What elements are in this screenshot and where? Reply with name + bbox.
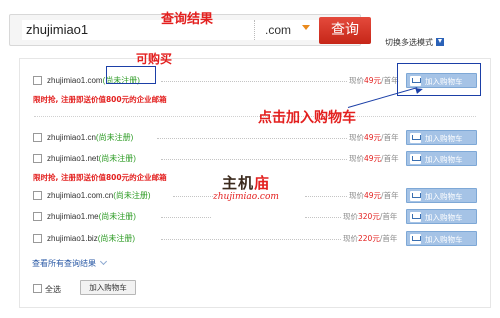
highlight-box-cart [397, 63, 481, 96]
domain-name: zhujimiao1.net [47, 154, 99, 163]
annotation-add-to-cart: 点击加入购物车 [258, 110, 356, 126]
cart-label: 加入购物车 [425, 192, 463, 201]
cart-icon [410, 191, 421, 201]
result-price: 现价220元/首年 [343, 233, 397, 244]
result-price: 现价49元/首年 [349, 132, 399, 143]
watermark-main: 主机庙 [213, 172, 279, 193]
dotted-leader [161, 217, 211, 218]
result-price: 现价49元/首年 [349, 153, 399, 164]
dotted-leader [173, 196, 213, 197]
status-badge: (尚未注册) [97, 234, 136, 243]
chevron-down-icon [99, 257, 108, 266]
status-badge: (尚未注册) [98, 212, 136, 221]
add-to-cart-button[interactable]: 加入购物车 [406, 151, 477, 166]
price-suffix: /首年 [381, 191, 399, 200]
result-row: zhujimiao1.net(尚未注册) 现价49元/首年 加入购物车 [33, 151, 479, 166]
result-checkbox[interactable] [33, 76, 42, 85]
promo-text: 限时抢, 注册即送价值800元的企业邮箱 [33, 95, 167, 104]
price-prefix: 现价 [349, 191, 364, 200]
cart-label: 加入购物车 [425, 235, 463, 244]
dotted-leader [157, 138, 347, 139]
price-suffix: /首年 [379, 212, 398, 221]
result-price: 现价320元/首年 [343, 211, 397, 222]
cart-label: 加入购物车 [425, 155, 463, 164]
result-domain: zhujimiao1.net(尚未注册) [47, 153, 136, 164]
add-to-cart-button[interactable]: 加入购物车 [406, 209, 477, 224]
dotted-leader [161, 239, 341, 240]
price-prefix: 现价 [343, 212, 358, 221]
price-suffix: /首年 [381, 76, 399, 85]
status-badge: (尚未注册) [98, 154, 136, 163]
dotted-leader [161, 81, 347, 82]
select-all-checkbox[interactable] [33, 284, 42, 293]
result-checkbox[interactable] [33, 133, 42, 142]
result-domain: zhujimiao1.biz(尚未注册) [47, 233, 135, 244]
search-button[interactable]: 查询 [319, 17, 371, 44]
price-value: 220元 [358, 234, 380, 243]
result-domain: zhujimiao1.cn(尚未注册) [47, 132, 133, 143]
watermark-text: 主机 [221, 174, 254, 192]
search-input[interactable]: zhujimiao1 [22, 20, 258, 40]
result-domain: zhujimiao1.me(尚未注册) [47, 211, 136, 222]
promo-text: 限时抢, 注册即送价值800元的企业邮箱 [33, 173, 167, 182]
select-all-label: 全选 [45, 285, 61, 294]
domain-name: zhujimiao1.com.cn [47, 191, 114, 200]
dotted-leader [305, 217, 341, 218]
cart-icon [410, 212, 421, 222]
annotation-query-result: 查询结果 [161, 12, 214, 27]
add-to-cart-button[interactable]: 加入购物车 [406, 188, 477, 203]
price-value: 49元 [364, 154, 382, 163]
status-badge: (尚未注册) [95, 133, 134, 142]
price-value: 49元 [364, 76, 382, 85]
price-value: 49元 [364, 191, 382, 200]
price-prefix: 现价 [349, 154, 364, 163]
result-checkbox[interactable] [33, 212, 42, 221]
price-suffix: /首年 [379, 234, 398, 243]
view-all-label: 查看所有查询结果 [32, 259, 96, 268]
chevron-down-icon[interactable] [302, 25, 310, 30]
switch-multi-select-link[interactable]: 切换多选模式 [385, 37, 444, 48]
domain-name: zhujimiao1.me [47, 212, 99, 221]
result-checkbox[interactable] [33, 234, 42, 243]
price-prefix: 现价 [349, 133, 364, 142]
price-suffix: /首年 [381, 154, 399, 163]
domain-name: zhujimiao1.cn [47, 133, 96, 142]
add-to-cart-button[interactable]: 加入购物车 [406, 130, 477, 145]
result-checkbox[interactable] [33, 191, 42, 200]
watermark-url: zhujimiao.com [213, 192, 279, 202]
cart-icon [410, 234, 421, 244]
dotted-leader [161, 159, 347, 160]
tld-select[interactable]: .com [254, 20, 320, 40]
result-price: 现价49元/首年 [349, 190, 399, 201]
switch-mode-label: 切换多选模式 [385, 38, 433, 47]
dotted-leader [305, 196, 347, 197]
price-suffix: /首年 [381, 133, 399, 142]
annotation-available: 可购买 [136, 52, 173, 66]
result-row: zhujimiao1.biz(尚未注册) 现价220元/首年 加入购物车 [33, 231, 479, 246]
bulk-add-to-cart-button[interactable]: 加入购物车 [80, 280, 136, 295]
result-checkbox[interactable] [33, 154, 42, 163]
price-value: 320元 [358, 212, 380, 221]
toggle-down-icon[interactable] [436, 38, 444, 46]
watermark-text-red: 庙 [253, 174, 270, 192]
price-value: 49元 [364, 133, 382, 142]
highlight-box-available [106, 66, 156, 84]
price-prefix: 现价 [349, 76, 364, 85]
result-price: 现价49元/首年 [349, 75, 399, 86]
cart-icon [410, 133, 421, 143]
cart-icon [410, 154, 421, 164]
add-to-cart-button[interactable]: 加入购物车 [406, 231, 477, 246]
cart-label: 加入购物车 [425, 134, 463, 143]
domain-name: zhujimiao1.biz [47, 234, 98, 243]
result-row: zhujimiao1.cn(尚未注册) 现价49元/首年 加入购物车 [33, 130, 479, 145]
domain-name: zhujimiao1.com [47, 76, 103, 85]
result-row: zhujimiao1.me(尚未注册) 现价320元/首年 加入购物车 [33, 209, 479, 224]
status-badge: (尚未注册) [113, 191, 151, 200]
divider [34, 116, 476, 117]
cart-label: 加入购物车 [425, 213, 463, 222]
price-prefix: 现价 [343, 234, 358, 243]
watermark-logo: 主机庙 zhujimiao.com [213, 172, 279, 202]
view-all-results-link[interactable]: 查看所有查询结果 [32, 257, 108, 269]
result-domain: zhujimiao1.com.cn(尚未注册) [47, 190, 151, 201]
